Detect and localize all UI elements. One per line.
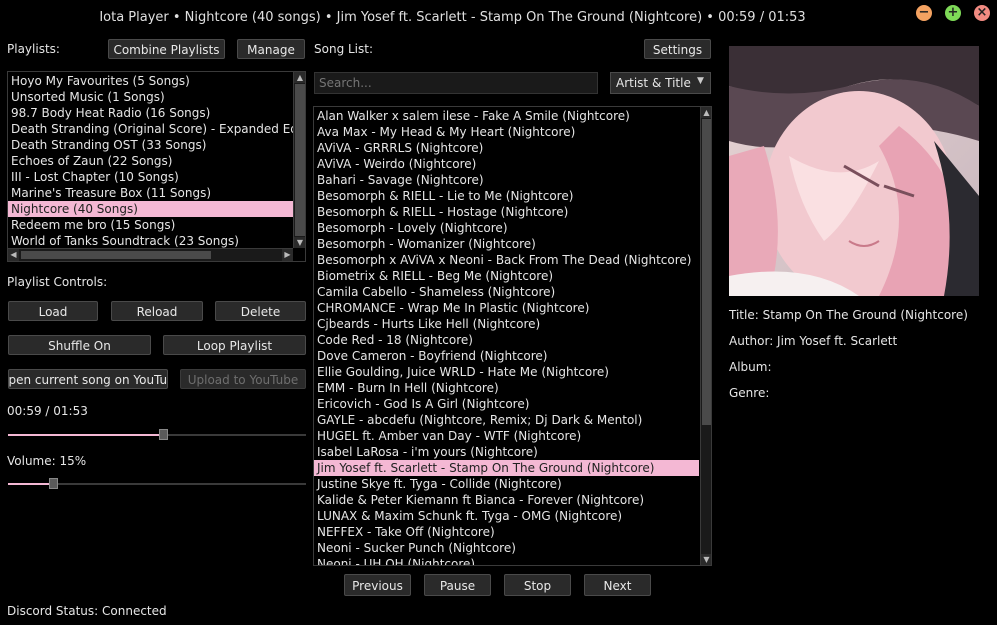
song-item[interactable]: AViVA - Weirdo (Nightcore)	[314, 156, 699, 172]
playlist-list[interactable]: Hoyo My Favourites (5 Songs) Unsorted Mus…	[7, 71, 306, 262]
scroll-up-icon[interactable]: ▲	[701, 107, 711, 118]
playlist-item[interactable]: 98.7 Body Heat Radio (16 Songs)	[8, 105, 293, 121]
close-icon: ×	[976, 5, 988, 20]
song-item[interactable]: HUGEL ft. Amber van Day - WTF (Nightcore…	[314, 428, 699, 444]
playlist-horizontal-scrollbar[interactable]: ◀ ▶	[8, 248, 293, 261]
playlist-item[interactable]: World of Tanks Soundtrack (23 Songs)	[8, 233, 293, 249]
volume-slider[interactable]	[8, 478, 306, 490]
playlist-item[interactable]: Hoyo My Favourites (5 Songs)	[8, 73, 293, 89]
time-label: 00:59 / 01:53	[7, 404, 88, 418]
loop-playlist-button[interactable]: Loop Playlist	[163, 335, 306, 355]
song-item[interactable]: Besomorph & RIELL - Lie to Me (Nightcore…	[314, 188, 699, 204]
scroll-thumb[interactable]	[702, 119, 711, 425]
settings-button[interactable]: Settings	[644, 39, 711, 59]
song-item[interactable]: Besomorph & RIELL - Hostage (Nightcore)	[314, 204, 699, 220]
playlist-item[interactable]: Nightcore (40 Songs)	[8, 201, 293, 217]
song-vertical-scrollbar[interactable]: ▲ ▼	[700, 107, 711, 565]
song-item[interactable]: Jim Yosef ft. Scarlett - Stamp On The Gr…	[314, 460, 699, 476]
pause-button[interactable]: Pause	[424, 574, 491, 596]
minimize-icon: −	[918, 5, 930, 20]
song-item[interactable]: Neoni - Sucker Punch (Nightcore)	[314, 540, 699, 556]
song-item[interactable]: Besomorph - Womanizer (Nightcore)	[314, 236, 699, 252]
playlist-item[interactable]: Redeem me bro (15 Songs)	[8, 217, 293, 233]
scroll-right-icon[interactable]: ▶	[282, 249, 293, 261]
scroll-up-icon[interactable]: ▲	[294, 72, 305, 83]
song-item[interactable]: Camila Cabello - Shameless (Nightcore)	[314, 284, 699, 300]
open-on-youtube-button[interactable]: Open current song on YouTube	[8, 369, 168, 389]
song-item[interactable]: Code Red - 18 (Nightcore)	[314, 332, 699, 348]
song-item[interactable]: Biometrix & RIELL - Beg Me (Nightcore)	[314, 268, 699, 284]
song-item[interactable]: Bahari - Savage (Nightcore)	[314, 172, 699, 188]
sort-dropdown[interactable]: Artist & Title ▼	[610, 72, 711, 94]
song-item[interactable]: Ava Max - My Head & My Heart (Nightcore)	[314, 124, 699, 140]
previous-button[interactable]: Previous	[344, 574, 411, 596]
scroll-left-icon[interactable]: ◀	[8, 249, 19, 261]
volume-fill	[8, 483, 53, 485]
song-item[interactable]: Ellie Goulding, Juice WRLD - Hate Me (Ni…	[314, 364, 699, 380]
manage-button[interactable]: Manage	[237, 39, 305, 59]
seek-fill	[8, 434, 163, 436]
song-item[interactable]: EMM - Burn In Hell (Nightcore)	[314, 380, 699, 396]
scroll-down-icon[interactable]: ▼	[294, 237, 305, 248]
minimize-button[interactable]: −	[916, 5, 932, 21]
song-item[interactable]: Kalide & Peter Kiemann ft Bianca - Forev…	[314, 492, 699, 508]
maximize-button[interactable]: +	[945, 5, 961, 21]
song-item[interactable]: Neoni - UH OH (Nightcore)	[314, 556, 699, 565]
seek-slider[interactable]	[8, 429, 306, 441]
search-input[interactable]	[314, 72, 598, 94]
playlist-vertical-scrollbar[interactable]: ▲ ▼	[293, 72, 305, 248]
next-button[interactable]: Next	[584, 574, 651, 596]
song-list[interactable]: Alan Walker x salem ilese - Fake A Smile…	[313, 106, 712, 566]
volume-label: Volume: 15%	[7, 454, 87, 468]
song-item[interactable]: GAYLE - abcdefu (Nightcore, Remix; Dj Da…	[314, 412, 699, 428]
song-item[interactable]: Cjbeards - Hurts Like Hell (Nightcore)	[314, 316, 699, 332]
album-art-image	[729, 46, 979, 296]
reload-button[interactable]: Reload	[111, 301, 203, 321]
song-item[interactable]: AViVA - GRRRLS (Nightcore)	[314, 140, 699, 156]
playlist-item[interactable]: Death Stranding (Original Score) - Expan…	[8, 121, 305, 137]
song-item[interactable]: CHROMANCE - Wrap Me In Plastic (Nightcor…	[314, 300, 699, 316]
playlists-label: Playlists:	[7, 42, 60, 56]
playlist-item[interactable]: III - Lost Chapter (10 Songs)	[8, 169, 293, 185]
open-on-youtube-label: Open current song on YouTube	[8, 373, 168, 387]
scroll-down-icon[interactable]: ▼	[701, 554, 711, 565]
album-art-illustration	[729, 46, 979, 296]
discord-status: Discord Status: Connected	[7, 604, 167, 618]
seek-handle[interactable]	[159, 429, 168, 440]
upload-to-youtube-button[interactable]: Upload to YouTube	[180, 369, 306, 389]
playlist-controls-label: Playlist Controls:	[7, 275, 108, 289]
song-item[interactable]: Besomorph x AViVA x Neoni - Back From Th…	[314, 252, 699, 268]
playlist-item[interactable]: Marine's Treasure Box (11 Songs)	[8, 185, 293, 201]
combine-playlists-button[interactable]: Combine Playlists	[108, 39, 225, 59]
song-item[interactable]: Isabel LaRosa - i'm yours (Nightcore)	[314, 444, 699, 460]
song-item[interactable]: LUNAX & Maxim Schunk ft. Tyga - OMG (Nig…	[314, 508, 699, 524]
horizontal-scroll-thumb[interactable]	[21, 251, 211, 259]
song-title-info: Title: Stamp On The Ground (Nightcore)	[729, 308, 968, 322]
song-item[interactable]: Alan Walker x salem ilese - Fake A Smile…	[314, 108, 699, 124]
chevron-down-icon: ▼	[697, 76, 704, 86]
song-genre-info: Genre:	[729, 386, 770, 400]
song-item[interactable]: Dove Cameron - Boyfriend (Nightcore)	[314, 348, 699, 364]
close-button[interactable]: ×	[974, 5, 990, 21]
playlist-item[interactable]: Death Stranding OST (33 Songs)	[8, 137, 293, 153]
sort-value: Artist & Title	[616, 76, 691, 90]
playlist-item[interactable]: Echoes of Zaun (22 Songs)	[8, 153, 293, 169]
stop-button[interactable]: Stop	[504, 574, 571, 596]
song-item[interactable]: Ericovich - God Is A Girl (Nightcore)	[314, 396, 699, 412]
playlist-item[interactable]: Unsorted Music (1 Songs)	[8, 89, 293, 105]
song-item[interactable]: Besomorph - Lovely (Nightcore)	[314, 220, 699, 236]
maximize-icon: +	[947, 5, 959, 20]
delete-button[interactable]: Delete	[215, 301, 306, 321]
song-item[interactable]: Justine Skye ft. Tyga - Collide (Nightco…	[314, 476, 699, 492]
shuffle-button[interactable]: Shuffle On	[8, 335, 151, 355]
scroll-thumb[interactable]	[295, 84, 305, 236]
volume-handle[interactable]	[49, 478, 58, 489]
title-bar: Iota Player • Nightcore (40 songs) • Jim…	[0, 0, 997, 36]
song-album-info: Album:	[729, 360, 772, 374]
song-item[interactable]: NEFFEX - Take Off (Nightcore)	[314, 524, 699, 540]
song-author-info: Author: Jim Yosef ft. Scarlett	[729, 334, 898, 348]
song-list-label: Song List:	[314, 42, 374, 56]
window-title: Iota Player • Nightcore (40 songs) • Jim…	[99, 10, 806, 25]
load-button[interactable]: Load	[8, 301, 98, 321]
